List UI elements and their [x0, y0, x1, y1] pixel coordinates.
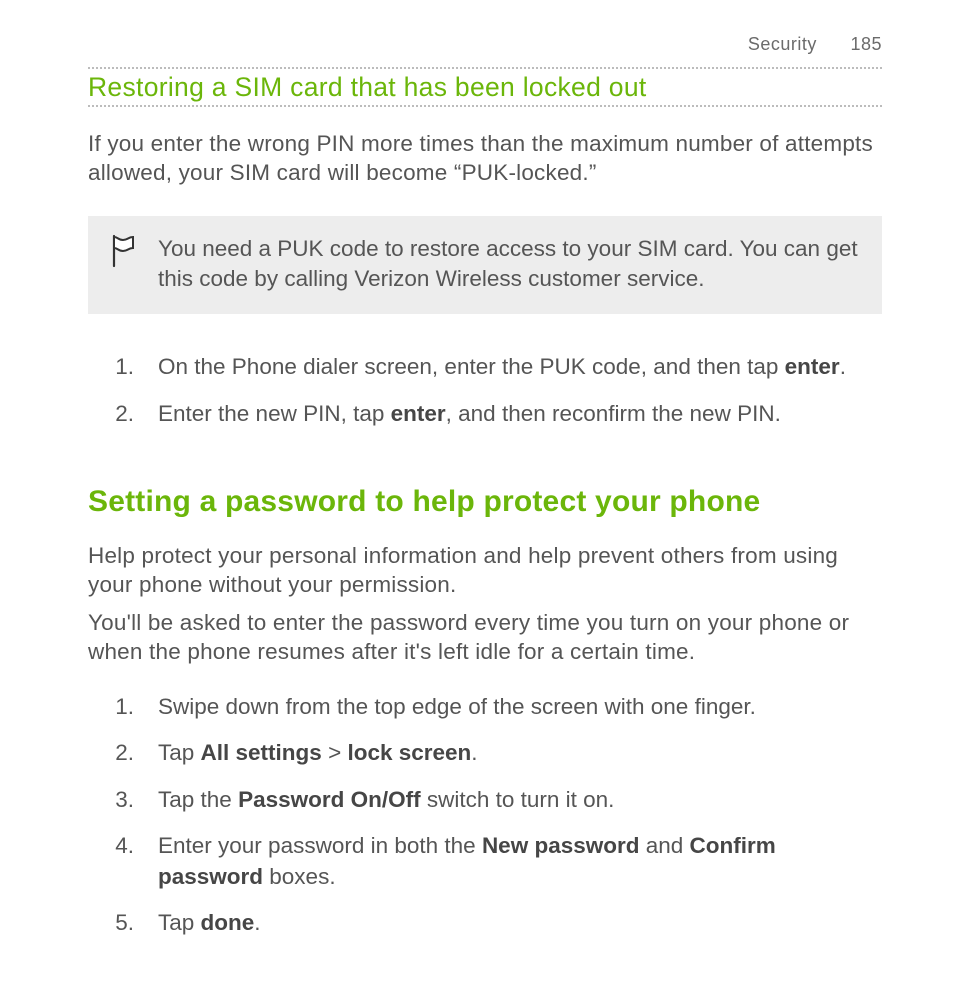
header-page-number: 185	[850, 34, 882, 54]
keyword-done: done	[201, 910, 255, 935]
text-run: .	[254, 910, 260, 935]
step-number: 3.	[108, 785, 134, 815]
note-text: You need a PUK code to restore access to…	[158, 234, 860, 295]
step-text: Tap All settings > lock screen.	[158, 738, 882, 768]
step-number: 1.	[108, 692, 134, 722]
step-number: 4.	[108, 831, 134, 892]
text-run: Tap	[158, 910, 201, 935]
step-text: Swipe down from the top edge of the scre…	[158, 692, 882, 722]
step-number: 5.	[108, 908, 134, 938]
section2-para2: You'll be asked to enter the password ev…	[88, 608, 882, 667]
step-item: 1. On the Phone dialer screen, enter the…	[108, 352, 882, 382]
note-box: You need a PUK code to restore access to…	[88, 216, 882, 315]
step-number: 1.	[108, 352, 134, 382]
text-run: , and then reconfirm the new PIN.	[446, 401, 781, 426]
keyword-enter: enter	[391, 401, 446, 426]
step-text: On the Phone dialer screen, enter the PU…	[158, 352, 882, 382]
page-header: Security 185	[88, 34, 882, 55]
section1-heading: Restoring a SIM card that has been locke…	[88, 69, 882, 105]
step-item: 5. Tap done.	[108, 908, 882, 938]
keyword-enter: enter	[785, 354, 840, 379]
step-text: Enter your password in both the New pass…	[158, 831, 882, 892]
text-run: boxes.	[263, 864, 336, 889]
step-text: Tap the Password On/Off switch to turn i…	[158, 785, 882, 815]
text-run: >	[322, 740, 348, 765]
step-number: 2.	[108, 399, 134, 429]
document-page: Security 185 Restoring a SIM card that h…	[0, 0, 954, 994]
text-run: Tap	[158, 740, 201, 765]
flag-icon	[110, 234, 136, 268]
step-item: 4. Enter your password in both the New p…	[108, 831, 882, 892]
step-item: 1. Swipe down from the top edge of the s…	[108, 692, 882, 722]
section1-intro: If you enter the wrong PIN more times th…	[88, 129, 882, 188]
header-section-label: Security	[748, 34, 817, 54]
step-item: 2. Enter the new PIN, tap enter, and the…	[108, 399, 882, 429]
step-item: 2. Tap All settings > lock screen.	[108, 738, 882, 768]
text-run: Enter your password in both the	[158, 833, 482, 858]
step-item: 3. Tap the Password On/Off switch to tur…	[108, 785, 882, 815]
text-run: and	[639, 833, 689, 858]
section2-para1: Help protect your personal information a…	[88, 541, 882, 600]
text-run: Tap the	[158, 787, 238, 812]
step-text: Enter the new PIN, tap enter, and then r…	[158, 399, 882, 429]
section2-steps-list: 1. Swipe down from the top edge of the s…	[88, 692, 882, 938]
section1-steps-list: 1. On the Phone dialer screen, enter the…	[88, 352, 882, 429]
text-run: .	[471, 740, 477, 765]
section2-heading: Setting a password to help protect your …	[88, 485, 882, 519]
step-number: 2.	[108, 738, 134, 768]
text-run: .	[840, 354, 846, 379]
keyword-lock-screen: lock screen	[347, 740, 471, 765]
keyword-all-settings: All settings	[201, 740, 322, 765]
step-text: Tap done.	[158, 908, 882, 938]
divider-under-heading	[88, 105, 882, 107]
text-run: switch to turn it on.	[421, 787, 615, 812]
text-run: On the Phone dialer screen, enter the PU…	[158, 354, 785, 379]
keyword-new-password: New password	[482, 833, 640, 858]
text-run: Enter the new PIN, tap	[158, 401, 391, 426]
keyword-password-onoff: Password On/Off	[238, 787, 421, 812]
